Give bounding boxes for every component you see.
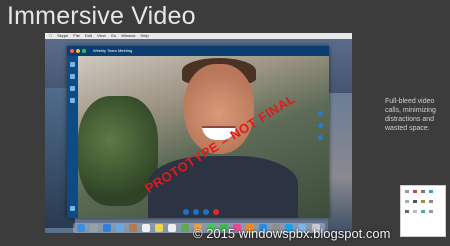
thumbnail-icon [429,200,433,203]
thumbnail-icon [421,210,425,213]
chat-icon[interactable] [70,62,75,67]
thumbnail-icon [405,200,409,203]
slide-title: Immersive Video [7,2,196,30]
launchpad-icon[interactable] [90,224,98,232]
window-titlebar[interactable]: Weekly Team Meeting [67,46,329,56]
thumbnail-icon [413,210,417,213]
end-call-icon[interactable] [213,209,219,215]
minimize-window-button[interactable] [76,49,80,53]
copyright-watermark: © 2015 windowspbx.blogspot.com [193,226,391,241]
menu-item-skype[interactable]: Skype [57,33,68,38]
mac-desktop:  Skype File Edit View Go Window Help We… [45,33,352,233]
finder-icon[interactable] [77,224,85,232]
more-icon[interactable] [318,135,323,140]
slide-caption: Full-bleed video calls, minimizing distr… [385,98,436,132]
video-icon[interactable] [193,209,199,215]
thumbnail-icon [405,210,409,213]
favorites-icon[interactable] [70,98,75,103]
thumbnail-icon [429,190,433,193]
calendar-icon[interactable] [142,224,150,232]
close-window-button[interactable] [70,49,74,53]
mail-icon[interactable] [116,224,124,232]
maps-icon[interactable] [181,224,189,232]
add-participant-icon[interactable] [318,111,323,116]
thumbnail-icon [421,200,425,203]
zoom-window-button[interactable] [82,49,86,53]
chat-icon[interactable] [203,209,209,215]
settings-icon[interactable] [70,206,75,211]
menu-item-file[interactable]: File [73,33,79,38]
menu-item-view[interactable]: View [97,33,106,38]
calls-icon[interactable] [70,86,75,91]
contacts-icon[interactable] [129,224,137,232]
menu-item-edit[interactable]: Edit [85,33,92,38]
app-sidebar [67,56,78,218]
thumbnail-icon [421,190,425,193]
meeting-title: Weekly Team Meeting [93,48,133,53]
mac-menubar:  Skype File Edit View Go Window Help [45,33,352,39]
contacts-icon[interactable] [70,74,75,79]
menu-item-go[interactable]: Go [111,33,116,38]
menu-item-help[interactable]: Help [141,33,149,38]
skype-window[interactable]: Weekly Team Meeting PROTOTYPE – NOT FINA… [67,46,329,218]
notes-icon[interactable] [155,224,163,232]
call-side-rail [318,111,324,161]
microphone-icon[interactable] [183,209,189,215]
thumbnail-icon [429,210,433,213]
thumbnail-icon [413,200,417,203]
apple-icon[interactable]:  [49,33,52,38]
slide-thumbnail [400,185,446,237]
share-icon[interactable] [318,123,323,128]
reminders-icon[interactable] [168,224,176,232]
safari-icon[interactable] [103,224,111,232]
wallpaper-right [328,93,352,233]
video-feed[interactable]: PROTOTYPE – NOT FINAL [78,56,329,218]
thumbnail-icon [405,190,409,193]
thumbnail-icon [413,190,417,193]
menu-item-window[interactable]: Window [121,33,135,38]
